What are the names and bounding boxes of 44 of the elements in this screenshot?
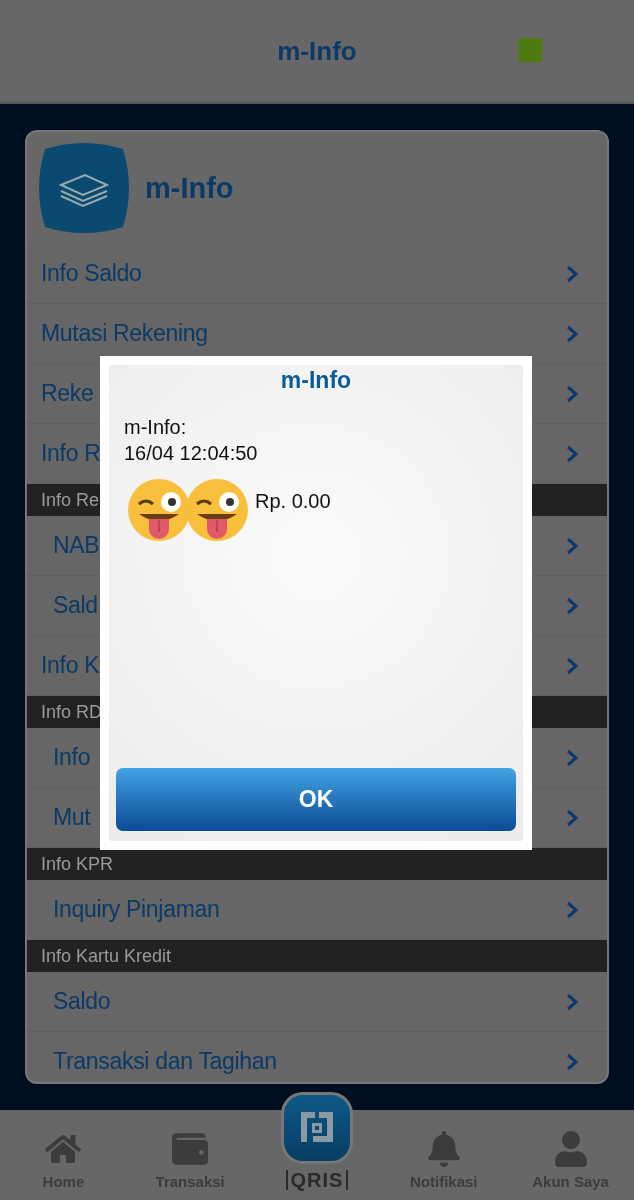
menu-item-label: Info — [53, 744, 91, 771]
chevron-right-icon — [565, 808, 579, 827]
header-title: m-Info — [277, 35, 357, 67]
menu-item-label: Mut — [53, 804, 91, 831]
chevron-right-icon — [565, 656, 579, 675]
chevron-right-icon — [565, 748, 579, 767]
menu-item-label: Saldo — [53, 988, 111, 1015]
chevron-right-icon — [565, 1052, 579, 1071]
chevron-right-icon — [565, 536, 579, 555]
menu-item-label: Info K — [41, 652, 100, 679]
section-header: Info Kartu Kredit — [27, 940, 607, 972]
bell-icon — [425, 1131, 462, 1167]
chevron-right-icon — [565, 992, 579, 1011]
menu-item-label: Mutasi Rekening — [41, 320, 208, 347]
menu-item[interactable]: Info Saldo — [27, 244, 607, 304]
message-line: m-Info: — [123, 415, 188, 440]
qris-logo: QRIS — [285, 1170, 349, 1190]
amount-text: Rp. 0.00 — [255, 490, 331, 513]
chevron-right-icon — [565, 444, 579, 463]
stacked-cards-icon — [37, 141, 131, 235]
chevron-right-icon — [565, 900, 579, 919]
chevron-right-icon — [565, 384, 579, 403]
chevron-right-icon — [565, 596, 579, 615]
section-header: Info KPR — [27, 848, 607, 880]
menu-item-label: Reke — [41, 380, 94, 407]
winking-tongue-face-icon — [127, 478, 191, 542]
wallet-icon — [172, 1131, 209, 1167]
chevron-right-icon — [565, 324, 579, 343]
menu-item-label: Sald — [53, 592, 98, 619]
status-icon — [518, 38, 542, 62]
user-icon — [552, 1131, 589, 1167]
winking-tongue-face-icon — [185, 478, 249, 542]
menu-item-label: Transaksi dan Tagihan — [53, 1048, 277, 1075]
menu-item-label: Info R — [41, 440, 101, 467]
ok-button[interactable]: OK — [116, 768, 516, 831]
qris-button[interactable] — [281, 1092, 353, 1164]
menu-item[interactable]: Saldo — [27, 972, 607, 1032]
chevron-right-icon — [565, 264, 579, 283]
message-line: 16/04 12:04:50 — [123, 441, 259, 466]
menu-item-label: Info Saldo — [41, 260, 142, 287]
card-title: m-Info — [145, 171, 234, 205]
menu-item-label: Inquiry Pinjaman — [53, 896, 220, 923]
dialog-title: m-Info — [279, 367, 353, 394]
menu-item-label: NAB — [53, 532, 100, 559]
